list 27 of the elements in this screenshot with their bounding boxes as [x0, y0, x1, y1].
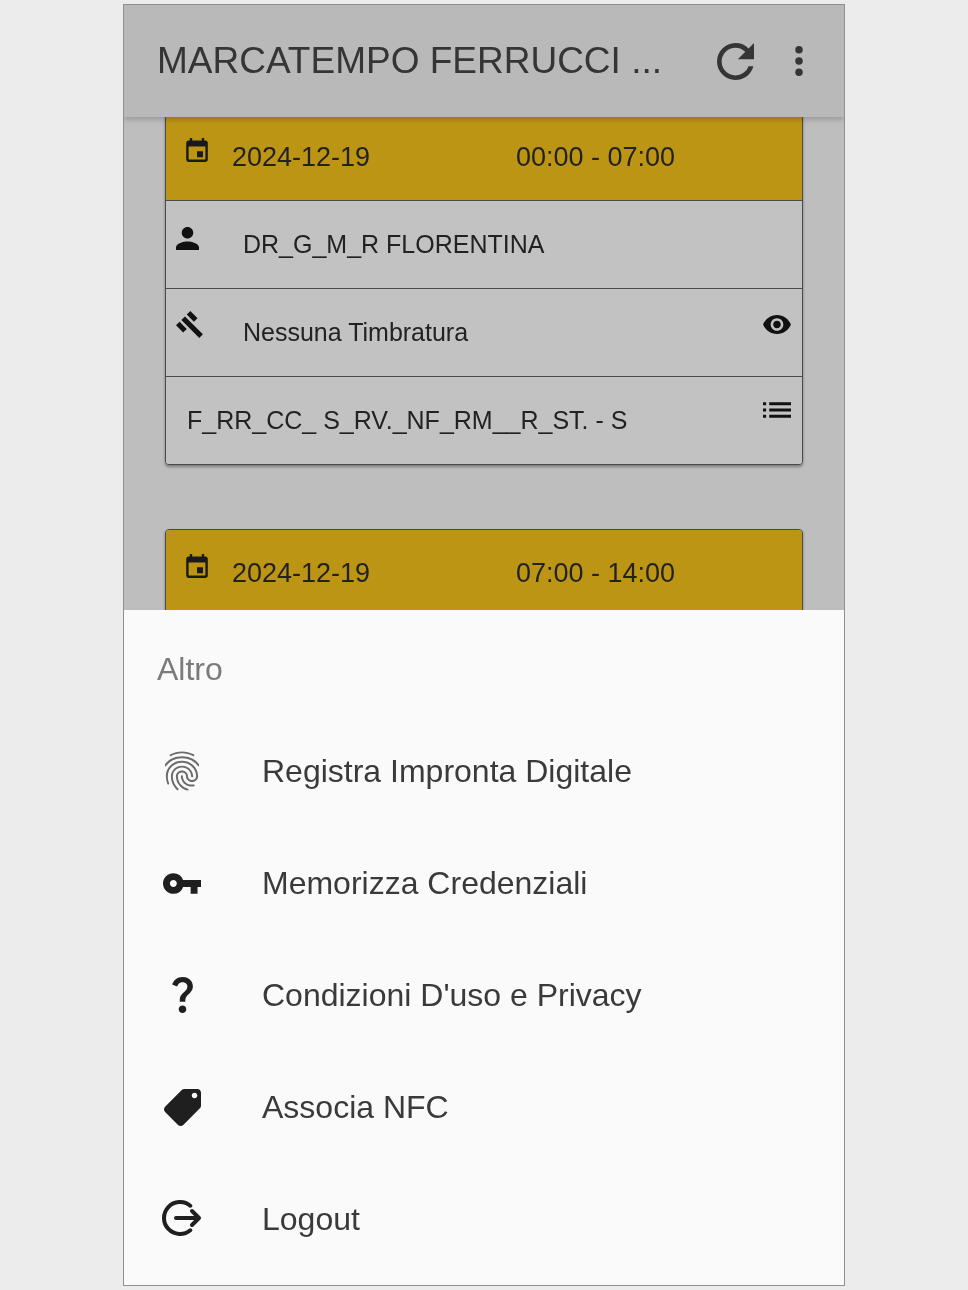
refresh-icon — [716, 42, 754, 80]
key-icon — [163, 872, 201, 894]
menu-item[interactable]: Condizioni D'uso e Privacy — [124, 939, 844, 1051]
shift-date: 2024-12-19 — [232, 140, 372, 174]
shift-time: 07:00 - 14:00 — [516, 556, 676, 590]
app-title: MARCATEMPO FERRUCCI ... — [157, 39, 663, 84]
section-heading: Altro — [157, 649, 223, 689]
person-icon — [176, 227, 199, 250]
calendar-icon — [186, 138, 208, 162]
menu-item[interactable]: Associa NFC — [124, 1051, 844, 1163]
fingerprint-icon — [165, 751, 199, 791]
clocking-status: Nessuna Timbratura — [243, 316, 469, 348]
hammer-icon — [176, 310, 203, 338]
more-icon — [795, 46, 803, 76]
question-mark-icon — [171, 977, 193, 1013]
shift-date: 2024-12-19 — [232, 556, 372, 590]
employee-name: DR_G_M_R FLORENTINA — [243, 228, 545, 260]
list-icon[interactable] — [763, 402, 791, 418]
calendar-icon — [186, 554, 208, 578]
site-name: F_RR_CC_ S_RV._NF_RM__R_ST. - S — [187, 404, 628, 436]
logout-icon — [162, 1200, 202, 1238]
menu-item[interactable]: Logout — [124, 1163, 844, 1275]
menu-item[interactable]: Registra Impronta Digitale — [124, 715, 844, 827]
eye-icon[interactable] — [763, 314, 791, 334]
shift-time: 00:00 - 07:00 — [516, 140, 676, 174]
menu-item[interactable]: Memorizza Credenziali — [124, 827, 844, 939]
tag-icon — [163, 1088, 201, 1126]
